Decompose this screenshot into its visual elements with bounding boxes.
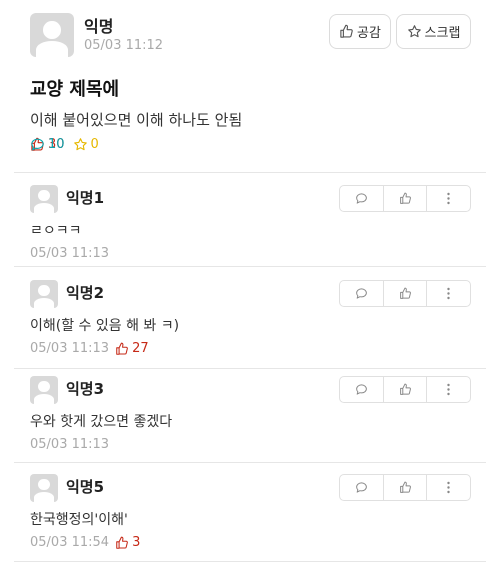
comment-icon	[30, 137, 45, 152]
comment-meta: 05/03 11:54 3	[30, 535, 140, 550]
thumbs-up-icon	[399, 383, 412, 396]
post-author: 익명	[84, 17, 114, 36]
more-button[interactable]	[426, 186, 470, 211]
comment-text: ㄹㅇㅋㅋ	[30, 223, 82, 239]
comment-like-button[interactable]	[382, 186, 427, 211]
comment-like-stat: 27	[115, 341, 149, 356]
more-button[interactable]	[426, 475, 470, 500]
like-button-label: 공감	[357, 26, 381, 41]
thumbs-up-icon	[339, 24, 354, 39]
comment-item: 익명3 우와 핫게 갔으면 좋겠다 05/03 11:13	[0, 364, 500, 457]
comment-like-button[interactable]	[382, 377, 427, 402]
like-button[interactable]: 공감	[329, 14, 391, 49]
comment-meta: 05/03 11:13 27	[30, 341, 149, 356]
divider	[14, 266, 486, 267]
scrap-button-label: 스크랩	[424, 26, 461, 41]
more-button[interactable]	[426, 281, 470, 306]
comment-text: 우와 핫게 갔으면 좋겠다	[30, 414, 173, 430]
divider	[14, 561, 486, 562]
comment-like-button[interactable]	[382, 475, 427, 500]
comment-time: 05/03 11:54	[30, 535, 110, 550]
comment-actions	[339, 376, 471, 403]
thumbs-up-icon	[115, 536, 129, 550]
comment-like-count: 3	[132, 535, 141, 550]
more-vertical-icon	[447, 383, 450, 396]
comment-meta: 05/03 11:13	[30, 437, 109, 452]
post-stats: 30 10 0	[30, 137, 107, 152]
thumbs-up-icon	[399, 287, 412, 300]
comment-icon	[355, 383, 368, 396]
scrap-button[interactable]: 스크랩	[396, 14, 471, 49]
avatar-icon	[30, 376, 58, 404]
comment-icon	[355, 192, 368, 205]
more-vertical-icon	[447, 287, 450, 300]
comment-time: 05/03 11:13	[30, 341, 110, 356]
comment-icon	[355, 481, 368, 494]
reply-button[interactable]	[340, 186, 383, 211]
reply-button[interactable]	[340, 475, 383, 500]
comment-actions	[339, 474, 471, 501]
post-time: 05/03 11:12	[84, 38, 164, 53]
comment-like-count: 27	[132, 341, 149, 356]
comment-time: 05/03 11:13	[30, 437, 110, 452]
star-icon	[407, 24, 422, 39]
comment-item: 익명1 ㄹㅇㅋㅋ 05/03 11:13	[0, 173, 500, 266]
reply-button[interactable]	[340, 281, 383, 306]
more-button[interactable]	[426, 377, 470, 402]
comment-item: 익명2 이해(할 수 있음 해 봐 ㅋ) 05/03 11:13 27	[0, 268, 500, 361]
avatar-icon	[30, 185, 58, 213]
more-vertical-icon	[447, 192, 450, 205]
avatar-icon	[30, 280, 58, 308]
comment-like-button[interactable]	[382, 281, 427, 306]
thumbs-up-icon	[399, 481, 412, 494]
comment-text: 이해(할 수 있음 해 봐 ㅋ)	[30, 318, 180, 334]
post-header: 익명 05/03 11:12 공감 스크랩	[0, 0, 500, 72]
comment-text: 한국행정의'이해'	[30, 512, 128, 528]
comment-author: 익명2	[66, 284, 105, 302]
thumbs-up-icon	[399, 192, 412, 205]
avatar-icon	[30, 13, 74, 57]
comment-author: 익명1	[66, 189, 105, 207]
avatar-icon	[30, 474, 58, 502]
comment-actions	[339, 185, 471, 212]
comment-like-stat: 3	[115, 535, 140, 550]
thumbs-up-icon	[115, 342, 129, 356]
more-vertical-icon	[447, 481, 450, 494]
comment-actions	[339, 280, 471, 307]
comment-icon	[355, 287, 368, 300]
comment-time: 05/03 11:13	[30, 246, 110, 261]
comment-author: 익명5	[66, 478, 105, 496]
comment-item: 익명5 한국행정의'이해' 05/03 11:54 3	[0, 462, 500, 555]
reply-button[interactable]	[340, 377, 383, 402]
comment-meta: 05/03 11:13	[30, 246, 109, 261]
comment-count: 10	[48, 137, 65, 152]
comment-author: 익명3	[66, 380, 105, 398]
